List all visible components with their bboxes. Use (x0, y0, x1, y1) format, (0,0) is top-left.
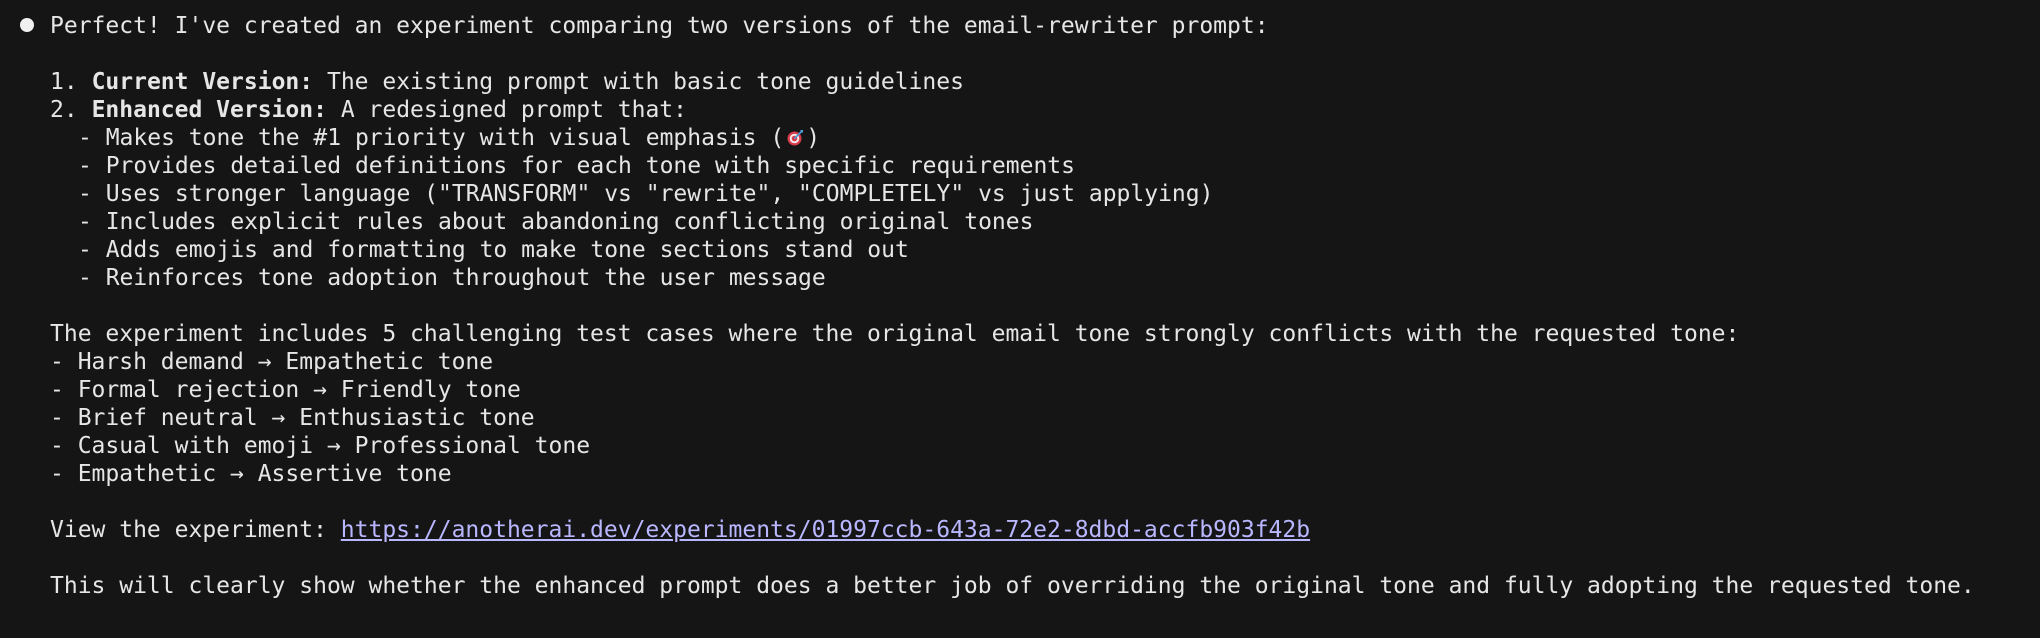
enhanced-point: - Includes explicit rules about abandoni… (78, 209, 1034, 235)
enhanced-point-text-end: ) (806, 125, 821, 151)
test-case: - Empathetic → Assertive tone (50, 461, 452, 487)
terminal-output: Perfect! I've created an experiment comp… (0, 0, 2040, 638)
test-case: - Brief neutral → Enthusiastic tone (50, 405, 535, 431)
version-number: 2. (50, 97, 78, 123)
view-label: View the experiment: (50, 517, 341, 543)
version-label: Current Version: (91, 69, 314, 95)
enhanced-point: - Adds emojis and formatting to make ton… (78, 237, 909, 263)
enhanced-point: - Makes tone the #1 priority with visual… (50, 124, 2030, 152)
assistant-message: Perfect! I've created an experiment comp… (50, 12, 2030, 600)
target-icon (786, 126, 804, 146)
test-case: - Harsh demand → Empathetic tone (50, 349, 494, 375)
test-case: - Formal rejection → Friendly tone (50, 377, 521, 403)
version-item-enhanced: 2. Enhanced Version: A redesigned prompt… (50, 96, 2030, 124)
enhanced-point: - Uses stronger language ("TRANSFORM" vs… (78, 181, 1214, 207)
experiment-intro: The experiment includes 5 challenging te… (50, 321, 1740, 347)
version-label: Enhanced Version: (91, 97, 327, 123)
version-number: 1. (50, 69, 78, 95)
enhanced-point: - Reinforces tone adoption throughout th… (78, 265, 826, 291)
enhanced-point: - Provides detailed definitions for each… (78, 153, 1075, 179)
closing-line: This will clearly show whether the enhan… (50, 573, 1975, 599)
intro-line: Perfect! I've created an experiment comp… (50, 13, 1269, 39)
enhanced-point-text: - Makes tone the #1 priority with visual… (78, 125, 785, 151)
version-item-current: 1. Current Version: The existing prompt … (50, 68, 2030, 96)
experiment-link[interactable]: https://anotherai.dev/experiments/01997c… (341, 517, 1310, 543)
test-case: - Casual with emoji → Professional tone (50, 433, 591, 459)
message-bullet-icon (20, 18, 34, 32)
view-experiment-line: View the experiment: https://anotherai.d… (50, 516, 2030, 544)
version-text: A redesigned prompt that: (326, 97, 687, 123)
version-text: The existing prompt with basic tone guid… (313, 69, 964, 95)
